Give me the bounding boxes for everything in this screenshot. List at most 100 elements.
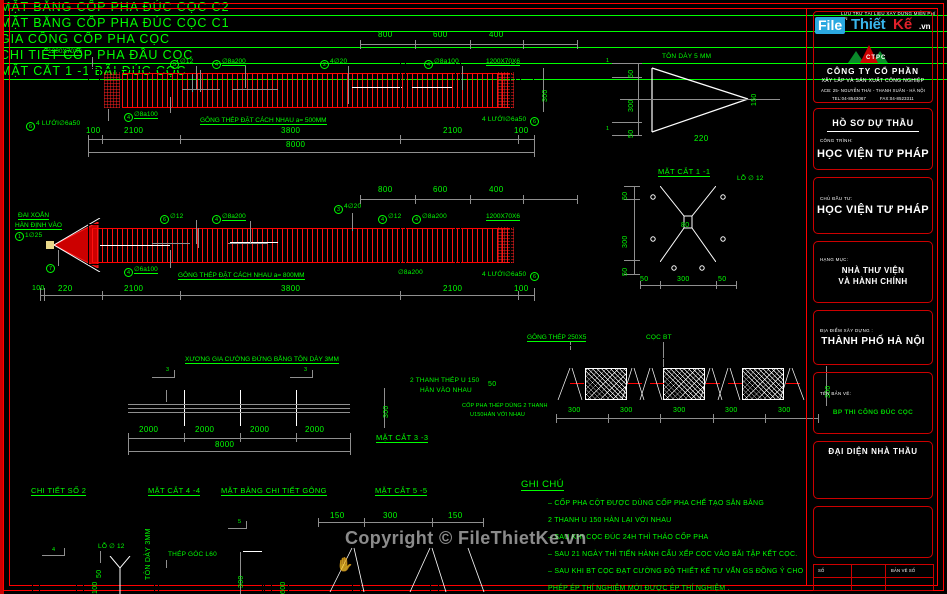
dim-tick — [577, 195, 578, 204]
leader — [100, 551, 101, 563]
dim-2100-r-c1: 2100 — [443, 284, 463, 293]
end-cap-right-c1 — [520, 222, 534, 267]
dim-3800-c2: 3800 — [281, 126, 301, 135]
gong-line — [243, 551, 263, 552]
dim-tick — [556, 414, 557, 423]
dim-tick — [608, 414, 609, 423]
gong-bar — [400, 52, 406, 140]
dim-300-side: 300 — [383, 405, 390, 418]
note-copha-thep-2: U150HÀN VỚI NHAU — [470, 412, 525, 418]
end-cap-left-c2 — [88, 67, 100, 112]
tb-cell-doc-type: HỒ SƠ DỰ THẦU CÔNG TRÌNH: HỌC VIỆN TƯ PH… — [813, 108, 933, 170]
leader — [352, 213, 353, 231]
tb-hang-muc-2: VÀ HÀNH CHÍNH — [838, 277, 908, 286]
dim-line-top-c2 — [360, 44, 577, 45]
rebar-edge-top — [122, 73, 512, 74]
note-line-5: – SAU KHI BT CỌC ĐẠT CƯỜNG ĐỘ THIẾT KẾ T… — [548, 568, 804, 575]
callout-stirrup200-c2: ∅8a200 — [222, 58, 246, 66]
leader — [170, 250, 171, 268]
note-line-1: – CỐP PHA CỘT ĐƯỢC DÙNG CỐP PHA CHẾ TẠO … — [548, 500, 765, 507]
dim-tick — [577, 40, 578, 49]
hand-cursor-icon: ✋ — [336, 556, 354, 572]
dim-3800-c1: 3800 — [281, 284, 301, 293]
dim-150-right: 150 — [751, 93, 758, 106]
dim-300-mid: 300 — [628, 99, 635, 112]
dim-50-top: 50 — [628, 69, 635, 78]
dim-tick — [128, 433, 129, 455]
dim-2100-r-c2: 2100 — [443, 126, 463, 135]
callout-ton-day-5mm: TÔN DÀY 5 MM — [662, 53, 712, 60]
dim-tick — [612, 77, 642, 78]
dim-100-det2: 100 — [92, 581, 99, 594]
leader — [196, 220, 197, 244]
tb-col-line — [885, 564, 886, 590]
dim-tick — [523, 40, 524, 49]
dim-2000-d: 2000 — [305, 425, 325, 434]
post — [726, 345, 731, 359]
dim-2000-c: 2000 — [250, 425, 270, 434]
dim-tick — [534, 288, 535, 301]
dim-tick — [400, 291, 401, 300]
note-2thanh-u150: 2 THANH THÉP U 150 — [410, 377, 480, 384]
bubble-1: 1 — [15, 232, 24, 241]
note-spacing-c1: GÔNG THÉP ĐẶT CÁCH NHAU a= 800MM — [178, 272, 305, 280]
company-block: CTPC CÔNG TY CỔ PHẦN XÂY LẮP VÀ SẢN XUẤT… — [813, 11, 933, 103]
bubble-4-c1: 4 — [212, 215, 221, 224]
callout-mesh-right-c1: 4 LƯỚI∅6a50 — [482, 271, 527, 278]
tb-cap-ten-ban-ve: TÊN BẢN VẼ: — [820, 390, 852, 396]
callout-bar25-c1: 1∅25 — [25, 232, 43, 239]
callout-plate-left-c2: 1200X70X6 — [48, 48, 82, 56]
dim-tick — [364, 518, 365, 527]
axis-line — [100, 245, 170, 246]
callout-plate-right-c1: 1200X70X6 — [486, 213, 520, 221]
callout-stirrup100b-c1: ∅8a200 — [422, 213, 447, 220]
tb-cell-hang-muc: HẠNG MỤC: NHÀ THƯ VIỆN VÀ HÀNH CHÍNH — [813, 241, 933, 303]
bubble-4: 4 — [212, 60, 221, 69]
dim-tick — [518, 135, 519, 144]
bubble-4b: 4 — [124, 113, 133, 122]
dim-400-c1: 400 — [489, 185, 504, 194]
note-line-6: PHÉP ÉP THÍ NGHIỆM MỚI ĐƯỢC ÉP THÍ NGHIỆ… — [548, 585, 730, 592]
rebar-edge-top — [92, 228, 512, 229]
sec-mark — [42, 555, 64, 556]
sec-label-1a: 1 — [606, 58, 610, 64]
dim-tick — [415, 195, 416, 204]
note-xuong-giacuong: XƯƠNG GIA CƯỜNG ĐỨNG BẰNG TÔN DÀY 3MM — [185, 356, 339, 364]
sec-label-1b: 1 — [606, 126, 610, 132]
gong-bar — [455, 207, 461, 295]
title-block: LƯU TRỮ TÀI LIỆU XÂY DỰNG MIỄN PHÍ VN Fi… — [806, 8, 938, 591]
end-cap-right-c2 — [520, 67, 534, 112]
title-mat-cat-4-4: MẶT CẮT 4 -4 — [148, 486, 201, 496]
dim-300-mc11: 300 — [622, 235, 629, 248]
dim-50-bot: 50 — [628, 129, 635, 138]
dim-line-bottom-mc11 — [640, 285, 736, 286]
tb-divider — [827, 131, 919, 132]
pile-tip — [46, 241, 54, 249]
callout-coc-bt: CỌC BT — [646, 334, 672, 341]
tb-cell-dia-diem: ĐỊA ĐIỂM XÂY DỰNG : THÀNH PHỐ HÀ NỘI — [813, 310, 933, 365]
bubble-2: 2 — [320, 60, 329, 69]
dim-tick — [360, 40, 361, 49]
dim-line-bottom-bai — [556, 418, 818, 419]
dim-50-left-bai: 50 — [488, 381, 497, 388]
label-5-gong: 5 — [238, 519, 242, 525]
panel-line — [128, 404, 350, 405]
leader — [250, 221, 251, 243]
dim-tick — [736, 281, 737, 289]
dim-600: 600 — [433, 30, 448, 39]
dim-600-gong: 600 — [280, 581, 287, 594]
dim-50-t-mc11: 50 — [622, 191, 629, 200]
sec-mark — [174, 370, 175, 378]
bubble-6-c1: 6 — [160, 215, 169, 224]
dim-total-giacong: 8000 — [215, 440, 235, 449]
dim-220-bottom: 220 — [694, 134, 709, 143]
tb-row-line — [813, 564, 933, 565]
leader — [348, 66, 349, 104]
dim-tick — [102, 291, 103, 300]
tb-col1-header: SỐ — [818, 568, 825, 573]
sec-mark — [64, 548, 65, 556]
post — [568, 345, 573, 359]
tb-col-line — [933, 564, 934, 590]
dim-tick — [470, 195, 471, 204]
dim-150-r-mc55: 150 — [448, 511, 463, 520]
